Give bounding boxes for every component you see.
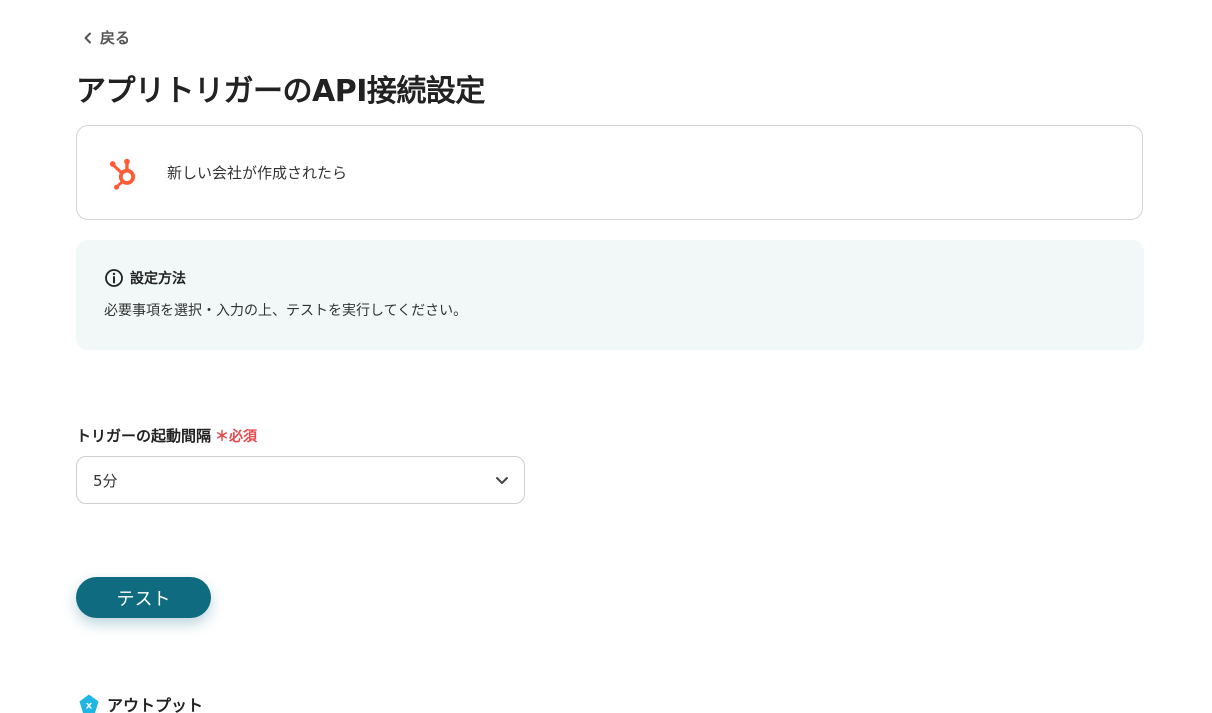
hubspot-icon xyxy=(109,158,136,190)
chevron-left-icon xyxy=(84,32,91,43)
back-label: 戻る xyxy=(100,29,131,47)
output-icon: x xyxy=(79,694,99,713)
svg-text:x: x xyxy=(86,701,93,712)
interval-select[interactable]: 5分 xyxy=(76,456,525,504)
interval-field-label: トリガーの起動間隔 xyxy=(76,427,212,445)
page-title: アプリトリガーのAPI接続設定 xyxy=(76,74,485,109)
chevron-down-icon xyxy=(496,477,508,484)
interval-field-label-row: トリガーの起動間隔 ＊必須 xyxy=(76,425,257,446)
info-box: 設定方法 必要事項を選択・入力の上、テストを実行してください。 xyxy=(76,240,1144,350)
trigger-label: 新しい会社が作成されたら xyxy=(167,164,348,182)
page: 戻る アプリトリガーのAPI接続設定 新しい会社が作成されたら 設定方法 必要事… xyxy=(0,0,1212,713)
required-badge: ＊必須 xyxy=(215,428,258,445)
output-section-header: x アウトプット xyxy=(78,692,203,713)
back-link[interactable]: 戻る xyxy=(82,27,130,48)
info-title: 設定方法 xyxy=(130,271,186,287)
test-button[interactable]: テスト xyxy=(76,577,211,618)
interval-select-value: 5分 xyxy=(93,471,118,490)
info-icon xyxy=(105,269,123,287)
info-title-row: 設定方法 xyxy=(104,268,1144,288)
output-label: アウトプット xyxy=(107,696,204,713)
trigger-card: 新しい会社が作成されたら xyxy=(76,125,1143,220)
info-description: 必要事項を選択・入力の上、テストを実行してください。 xyxy=(104,303,468,319)
